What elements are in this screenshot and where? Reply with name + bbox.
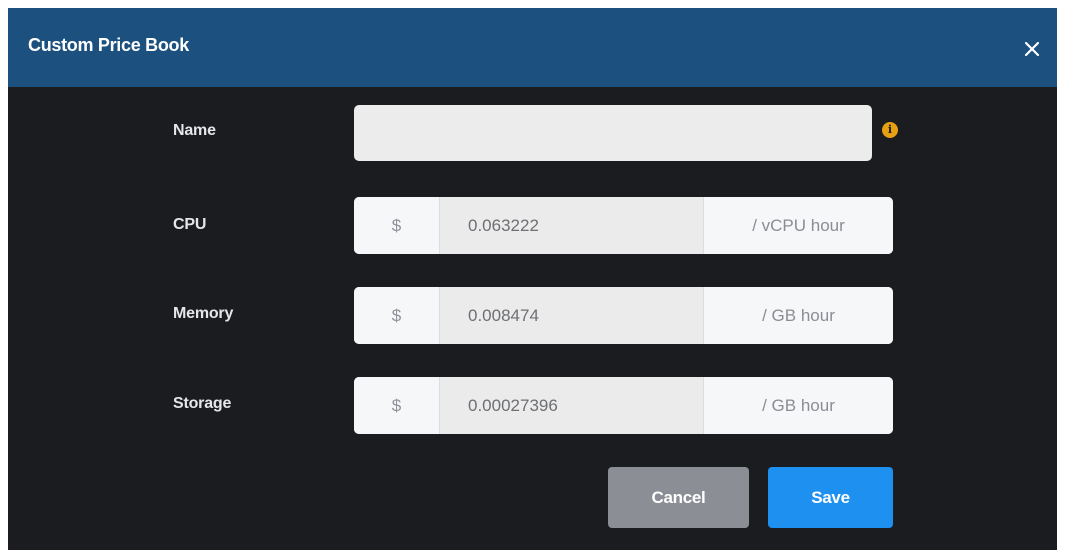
memory-label: Memory — [173, 305, 234, 322]
memory-input-group: $ / GB hour — [354, 287, 893, 344]
dialog-title: Custom Price Book — [28, 35, 189, 55]
name-label: Name — [173, 122, 216, 139]
cpu-label: CPU — [173, 216, 207, 233]
close-button[interactable] — [1015, 32, 1049, 66]
storage-price-field[interactable] — [439, 377, 704, 434]
cpu-price-field[interactable] — [439, 197, 704, 254]
cancel-button[interactable]: Cancel — [608, 467, 749, 528]
memory-unit-suffix: / GB hour — [704, 287, 893, 344]
save-button[interactable]: Save — [768, 467, 893, 528]
storage-input-group: $ / GB hour — [354, 377, 893, 434]
custom-price-book-dialog: Custom Price Book Name i CPU $ / vCPU ho… — [8, 8, 1057, 550]
memory-currency-prefix: $ — [354, 287, 439, 344]
storage-label: Storage — [173, 395, 232, 412]
cpu-unit-suffix: / vCPU hour — [704, 197, 893, 254]
info-icon[interactable]: i — [882, 122, 898, 138]
cpu-input-group: $ / vCPU hour — [354, 197, 893, 254]
storage-unit-suffix: / GB hour — [704, 377, 893, 434]
storage-currency-prefix: $ — [354, 377, 439, 434]
close-icon — [1024, 41, 1040, 57]
cpu-currency-prefix: $ — [354, 197, 439, 254]
memory-price-field[interactable] — [439, 287, 704, 344]
dialog-header: Custom Price Book — [8, 8, 1057, 87]
name-field[interactable] — [354, 105, 872, 161]
